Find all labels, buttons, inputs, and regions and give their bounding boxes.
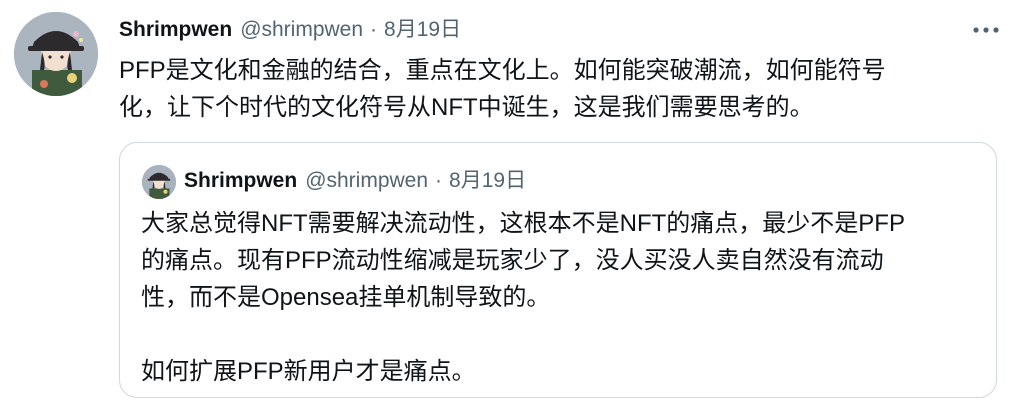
tweet-text-line: 化，让下个时代的文化符号从NFT中诞生，这是我们需要思考的。 (119, 94, 814, 121)
quoted-tweet[interactable]: Shrimpwen @shrimpwen · 8月19日 大家总觉得NFT需要解决流动… (119, 142, 997, 398)
avatar[interactable] (14, 12, 98, 96)
author-name[interactable]: Shrimpwen (119, 18, 232, 41)
quoted-text-line: 的痛点。现有PFP流动性缩减是玩家少了，没人买没人卖自然没有流动 (141, 247, 884, 274)
quoted-header: Shrimpwen @shrimpwen · 8月19日 (184, 167, 526, 195)
quoted-avatar-illustration (142, 165, 176, 199)
quoted-text: 大家总觉得NFT需要解决流动性，这根本不是NFT的痛点，最少不是PFP 的痛点。… (141, 205, 981, 390)
more-dots-icon (973, 27, 999, 33)
tweet-header: Shrimpwen @shrimpwen · 8月19日 (119, 16, 461, 44)
quoted-text-line: 性，而不是Opensea挂单机制导致的。 (141, 284, 551, 311)
author-handle[interactable]: @shrimpwen (240, 18, 363, 41)
tweet-text: PFP是文化和金融的结合，重点在文化上。如何能突破潮流，如何能符号 化，让下个时… (119, 52, 969, 126)
quoted-separator-dot: · (435, 169, 443, 192)
quoted-avatar[interactable] (142, 165, 176, 199)
tweet-date[interactable]: 8月19日 (384, 18, 461, 41)
separator-dot: · (370, 18, 378, 41)
more-options-button[interactable] (966, 16, 1006, 44)
quoted-author-handle: @shrimpwen (305, 169, 429, 192)
tweet: Shrimpwen @shrimpwen · 8月19日 PFP是文化和金融的结合，重… (0, 0, 1024, 419)
quoted-text-line (141, 316, 981, 353)
quoted-text-line: 大家总觉得NFT需要解决流动性，这根本不是NFT的痛点，最少不是PFP (141, 210, 905, 237)
quoted-date: 8月19日 (449, 169, 527, 192)
quoted-text-line: 如何扩展PFP新用户才是痛点。 (141, 358, 476, 385)
tweet-text-line: PFP是文化和金融的结合，重点在文化上。如何能突破潮流，如何能符号 (119, 57, 886, 84)
avatar-illustration (14, 12, 98, 96)
quoted-author-name: Shrimpwen (184, 169, 298, 192)
